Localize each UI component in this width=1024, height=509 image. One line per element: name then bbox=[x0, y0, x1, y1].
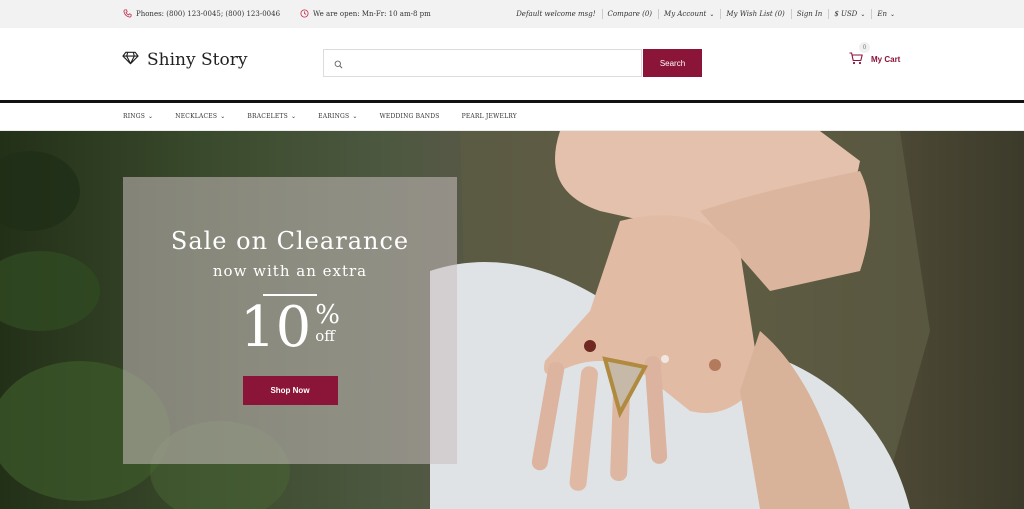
chevron-down-icon: ⌄ bbox=[709, 10, 715, 18]
search-box bbox=[323, 49, 642, 77]
wish-list-link[interactable]: My Wish List (0) bbox=[720, 9, 790, 19]
promo-discount: 10 % off bbox=[123, 298, 457, 358]
nav-item-necklaces[interactable]: NECKLACES ⌄ bbox=[175, 113, 225, 120]
chevron-down-icon: ⌄ bbox=[220, 113, 226, 120]
diamond-icon bbox=[122, 50, 139, 70]
cart-link[interactable]: 0 My Cart bbox=[849, 42, 901, 67]
search-button[interactable]: Search bbox=[643, 49, 702, 77]
sign-in-link[interactable]: Sign In bbox=[790, 9, 829, 19]
promo-box: Sale on Clearance now with an extra 10 %… bbox=[123, 177, 457, 464]
language-dropdown[interactable]: En ⌄ bbox=[871, 9, 901, 19]
chevron-down-icon: ⌄ bbox=[290, 113, 297, 120]
welcome-message: Default welcome msg! bbox=[516, 10, 596, 18]
site-logo[interactable]: Shiny Story bbox=[122, 50, 247, 70]
opening-hours: We are open: Mn-Fr: 10 am-8 pm bbox=[313, 10, 431, 18]
hero-banner: Sale on Clearance now with an extra 10 %… bbox=[0, 131, 1024, 509]
cart-count-badge: 0 bbox=[859, 42, 870, 53]
shop-now-button[interactable]: Shop Now bbox=[242, 376, 338, 405]
logo-text: Shiny Story bbox=[147, 50, 248, 70]
currency-dropdown[interactable]: $ USD ⌄ bbox=[828, 9, 871, 19]
nav-item-earings[interactable]: EARINGS ⌄ bbox=[318, 113, 357, 120]
site-header: Shiny Story Search 0 My Cart bbox=[0, 28, 1024, 100]
hours-info: We are open: Mn-Fr: 10 am-8 pm bbox=[300, 8, 431, 20]
main-nav: RINGS ⌄ NECKLACES ⌄ BRACELETS ⌄ EARINGS ⌄ WE… bbox=[0, 103, 1024, 131]
clock-icon bbox=[300, 8, 309, 20]
nav-item-pearl-jewelry[interactable]: PEARL JEWELRY bbox=[462, 113, 517, 120]
top-links: Default welcome msg! Compare (0) My Acco… bbox=[510, 9, 901, 19]
my-account-dropdown[interactable]: My Account ⌄ bbox=[658, 9, 720, 19]
chevron-down-icon: ⌄ bbox=[889, 10, 895, 18]
phone-info: Phones: (800) 123-0045; (800) 123-0046 bbox=[123, 8, 281, 20]
discount-suffix: % off bbox=[315, 302, 340, 344]
cart-label: My Cart bbox=[871, 55, 901, 64]
promo-subtitle: now with an extra bbox=[212, 262, 368, 280]
chevron-down-icon: ⌄ bbox=[860, 10, 866, 18]
chevron-down-icon: ⌄ bbox=[148, 113, 154, 120]
top-bar: Phones: (800) 123-0045; (800) 123-0046 W… bbox=[0, 0, 1024, 28]
promo-title: Sale on Clearance bbox=[170, 227, 410, 255]
phone-icon bbox=[123, 8, 132, 20]
nav-item-rings[interactable]: RINGS ⌄ bbox=[123, 113, 153, 120]
cart-icon bbox=[849, 52, 871, 67]
discount-value: 10 bbox=[240, 295, 312, 360]
percent-symbol: % bbox=[315, 300, 340, 330]
search-input[interactable] bbox=[351, 58, 641, 68]
chevron-down-icon: ⌄ bbox=[352, 113, 358, 120]
search-icon bbox=[334, 54, 343, 73]
compare-link[interactable]: Compare (0) bbox=[601, 9, 659, 19]
phone-numbers: Phones: (800) 123-0045; (800) 123-0046 bbox=[136, 10, 281, 18]
nav-item-bracelets[interactable]: BRACELETS ⌄ bbox=[247, 113, 296, 120]
nav-item-wedding-bands[interactable]: WEDDING BANDS bbox=[380, 113, 440, 120]
off-label: off bbox=[315, 327, 335, 345]
